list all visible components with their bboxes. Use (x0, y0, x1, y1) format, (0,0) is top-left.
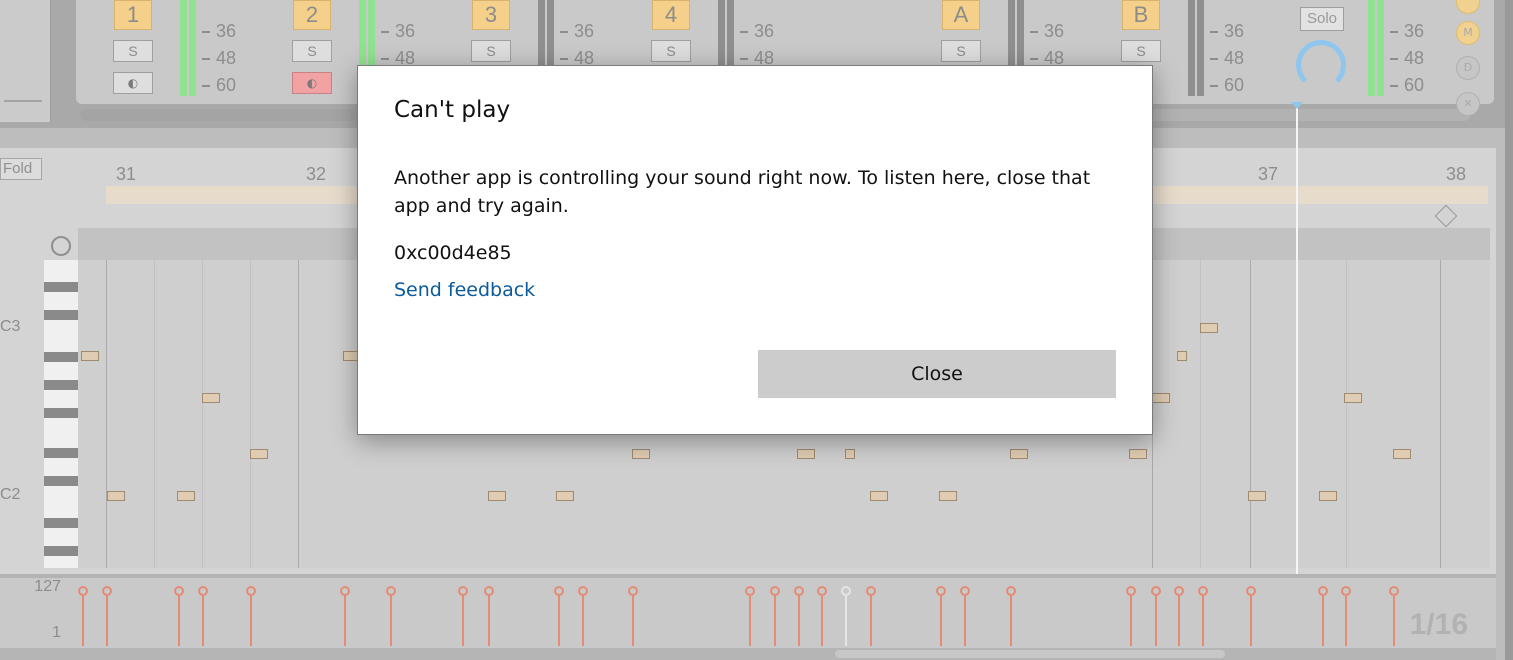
right-edge-panel (1505, 0, 1513, 660)
midi-note[interactable] (250, 449, 268, 459)
solo-button[interactable]: S (471, 40, 511, 62)
midi-note[interactable] (488, 491, 506, 501)
midi-note[interactable] (1129, 449, 1147, 459)
midi-note[interactable] (632, 449, 650, 459)
midi-note[interactable] (870, 491, 888, 501)
mixer-left-panel (0, 0, 51, 122)
loop-end-marker[interactable] (1434, 204, 1458, 228)
monitor-button[interactable]: ◐ (292, 72, 332, 94)
master-meter-scale: 36 48 60 (1390, 18, 1450, 99)
solo-button[interactable]: S (1121, 40, 1161, 62)
midi-note[interactable] (1248, 491, 1266, 501)
bar-number: 32 (306, 164, 327, 184)
level-meter (1197, 0, 1204, 96)
master-level-meter (1368, 0, 1375, 96)
error-dialog: Can't play Another app is controlling yo… (357, 65, 1153, 435)
dialog-message: Another app is controlling your sound ri… (394, 167, 1091, 217)
midi-note[interactable] (797, 449, 815, 459)
meter-scale: 36 48 60 (1210, 18, 1270, 99)
round-close-button[interactable]: ✕ (1456, 92, 1480, 116)
error-code: 0xc00d4e85 (394, 242, 512, 264)
bar-number: 38 (1446, 164, 1467, 184)
solo-button[interactable]: S (941, 40, 981, 62)
midi-note[interactable] (1393, 449, 1411, 459)
bar-number: 31 (116, 164, 137, 184)
quantize-label: 1/16 (1409, 608, 1468, 641)
round-toggle-m-button[interactable]: M (1456, 21, 1480, 45)
solo-button[interactable]: S (651, 40, 691, 62)
midi-note[interactable] (81, 351, 99, 361)
midi-note[interactable] (107, 491, 125, 501)
master-solo-button[interactable]: Solo (1300, 7, 1344, 31)
velocity-min-label: 1 (52, 624, 61, 641)
midi-note[interactable] (556, 491, 574, 501)
horizontal-scrollbar-thumb[interactable] (835, 650, 1225, 658)
track-number-badge[interactable]: 4 (652, 0, 690, 30)
piano-keyboard[interactable] (44, 260, 78, 568)
dialog-title: Can't play (394, 97, 511, 123)
send-feedback-link[interactable]: Send feedback (394, 279, 535, 301)
close-button[interactable]: Close (758, 350, 1116, 398)
meter-scale: 36 48 60 (202, 18, 262, 99)
midi-note[interactable] (845, 449, 855, 459)
midi-note[interactable] (202, 393, 220, 403)
key-label-c2: C2 (0, 486, 21, 503)
headphone-icon[interactable] (51, 236, 71, 256)
monitor-button[interactable]: ◐ (113, 72, 153, 94)
meter-scale: 36 48 (1030, 18, 1090, 72)
meter-scale: 36 48 (560, 18, 620, 72)
bar-number: 37 (1258, 164, 1279, 184)
track-number-badge[interactable]: A (942, 0, 980, 30)
midi-note[interactable] (939, 491, 957, 501)
meter-scale: 36 48 (381, 18, 441, 72)
key-label-c3: C3 (0, 318, 21, 335)
midi-note[interactable] (177, 491, 195, 501)
track-1: 1 S ◐ 36 48 60 (80, 0, 236, 102)
level-meter (180, 0, 187, 96)
horizontal-scrollbar[interactable] (0, 648, 1496, 660)
fold-button[interactable]: Fold (0, 158, 42, 180)
midi-note[interactable] (1152, 393, 1170, 403)
cue-volume-knob[interactable] (1296, 40, 1346, 90)
playhead-marker (1291, 102, 1303, 109)
midi-note[interactable] (1010, 449, 1028, 459)
midi-note[interactable] (1200, 323, 1218, 333)
track-number-badge[interactable]: 1 (114, 0, 152, 30)
track-number-badge[interactable]: 3 (472, 0, 510, 30)
solo-button[interactable]: S (113, 40, 153, 62)
solo-button[interactable]: S (292, 40, 332, 62)
midi-note[interactable] (1177, 351, 1187, 361)
playhead (1296, 108, 1298, 578)
level-meter (189, 0, 196, 96)
level-meter (1188, 0, 1195, 96)
velocity-lane[interactable]: 127 1 1/16 (0, 574, 1496, 650)
round-toggle-d-button[interactable]: D (1456, 56, 1480, 80)
track-number-badge[interactable]: B (1122, 0, 1160, 30)
master-level-meter (1377, 0, 1384, 96)
velocity-max-label: 127 (34, 578, 61, 595)
track-number-badge[interactable]: 2 (293, 0, 331, 30)
midi-note[interactable] (1319, 491, 1337, 501)
meter-scale: 36 48 (740, 18, 800, 72)
midi-note[interactable] (1344, 393, 1362, 403)
